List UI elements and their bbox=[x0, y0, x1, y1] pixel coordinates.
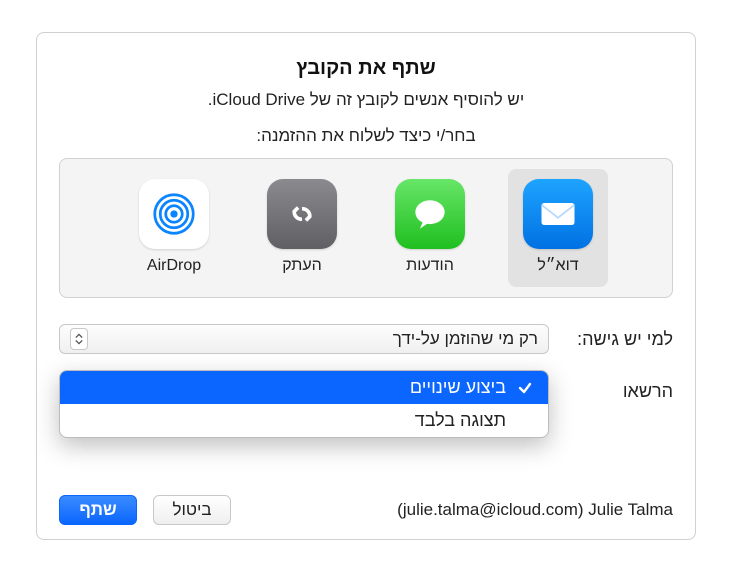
share-button[interactable]: שתף bbox=[59, 495, 137, 525]
permission-label: הרשאו bbox=[563, 381, 673, 402]
permission-option-view-only[interactable]: תצוגה בלבד bbox=[60, 404, 548, 437]
access-row: למי יש גישה: רק מי שהוזמן על-ידך bbox=[59, 324, 673, 354]
permission-option-label: תצוגה בלבד bbox=[415, 410, 506, 431]
sheet-subtitle: יש להוסיף אנשים לקובץ זה של iCloud Drive… bbox=[59, 90, 673, 110]
send-instruction: בחר/י כיצד לשלוח את ההזמנה: bbox=[59, 126, 673, 146]
permission-option-label: ביצוע שינויים bbox=[410, 377, 506, 398]
check-icon bbox=[516, 380, 534, 396]
messages-icon bbox=[395, 179, 465, 249]
share-sheet: שתף את הקובץ יש להוסיף אנשים לקובץ זה של… bbox=[36, 32, 696, 540]
access-popup-value: רק מי שהוזמן על-ידך bbox=[88, 329, 544, 349]
method-messages[interactable]: הודעות bbox=[380, 169, 480, 287]
mail-icon bbox=[523, 179, 593, 249]
method-mail[interactable]: דוא״ל bbox=[508, 169, 608, 287]
footer-buttons: ביטול שתף bbox=[59, 495, 231, 525]
method-airdrop[interactable]: AirDrop bbox=[124, 169, 224, 287]
send-methods-group: דוא״ל הודעות העתק bbox=[59, 158, 673, 298]
footer: (julie.talma@icloud.com) Julie Talma ביט… bbox=[59, 495, 673, 525]
options-group: למי יש גישה: רק מי שהוזמן על-ידך הרשאו bbox=[59, 324, 673, 406]
method-mail-label: דוא״ל bbox=[537, 257, 578, 275]
cancel-button[interactable]: ביטול bbox=[153, 495, 231, 525]
permission-option-make-changes[interactable]: ביצוע שינויים bbox=[60, 371, 548, 404]
chevron-updown-icon bbox=[70, 328, 88, 350]
link-icon bbox=[267, 179, 337, 249]
method-messages-label: הודעות bbox=[406, 257, 454, 275]
airdrop-icon bbox=[139, 179, 209, 249]
sheet-title: שתף את הקובץ bbox=[59, 57, 673, 80]
access-label: למי יש גישה: bbox=[563, 329, 673, 350]
sharing-user: (julie.talma@icloud.com) Julie Talma bbox=[397, 500, 673, 520]
method-airdrop-label: AirDrop bbox=[147, 257, 201, 275]
method-copy-link[interactable]: העתק bbox=[252, 169, 352, 287]
access-popup[interactable]: רק מי שהוזמן על-ידך bbox=[59, 324, 549, 354]
permission-row: הרשאו ביצוע שינויים bbox=[59, 376, 673, 406]
method-copy-label: העתק bbox=[282, 257, 322, 275]
permission-menu: ביצוע שינויים תצוגה בלבד bbox=[59, 370, 549, 438]
